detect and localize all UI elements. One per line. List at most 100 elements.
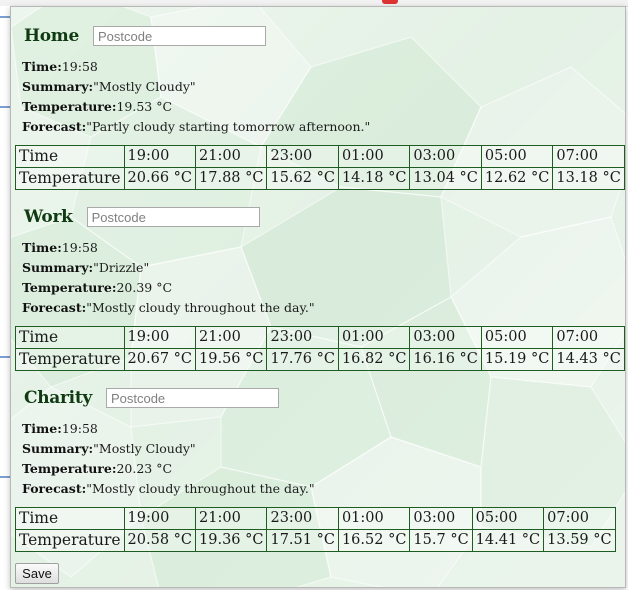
forecast-line: Forecast:"Mostly cloudy throughout the d… <box>22 479 315 499</box>
time-cell: 23:00 <box>266 145 339 168</box>
time-header: Time <box>15 145 125 168</box>
time-label: Time: <box>22 421 62 436</box>
temperature-cell: 12.62 °C <box>480 167 554 190</box>
extension-badge <box>382 0 398 4</box>
temperature-row: Temperature 20.67 °C 19.56 °C 17.76 °C 1… <box>15 348 625 371</box>
temperature-header: Temperature <box>15 529 125 552</box>
temperature-row: Temperature 20.58 °C 19.36 °C 17.51 °C 1… <box>15 529 616 552</box>
time-cell: 19:00 <box>123 145 197 168</box>
summary-label: Summary: <box>22 441 94 456</box>
forecast-label: Forecast: <box>22 119 87 134</box>
time-value: 19:58 <box>61 421 98 436</box>
temperature-line: Temperature:20.39 °C <box>22 278 315 298</box>
summary-value: "Mostly Cloudy" <box>93 441 196 456</box>
temperature-cell: 17.76 °C <box>266 348 339 371</box>
time-header: Time <box>15 326 125 349</box>
summary-value: "Drizzle" <box>93 260 150 275</box>
temperature-cell: 20.58 °C <box>123 529 197 552</box>
time-line: Time:19:58 <box>22 57 370 77</box>
time-cell: 07:00 <box>543 507 616 530</box>
temperature-cell: 16.52 °C <box>337 529 411 552</box>
time-cell: 07:00 <box>552 326 625 349</box>
summary-label: Summary: <box>22 260 94 275</box>
hourly-forecast-table: Time 19:00 21:00 23:00 01:00 03:00 05:00… <box>15 507 616 552</box>
time-cell: 03:00 <box>409 145 482 168</box>
forecast-value: "Mostly cloudy throughout the day." <box>86 300 315 315</box>
postcode-input[interactable] <box>86 207 260 227</box>
temperature-cell: 13.18 °C <box>552 167 625 190</box>
summary-line: Summary:"Mostly Cloudy" <box>22 77 370 97</box>
forecast-value: "Partly cloudy starting tomorrow afterno… <box>86 119 371 134</box>
time-cell: 01:00 <box>337 326 411 349</box>
temperature-cell: 14.41 °C <box>471 529 545 552</box>
temperature-cell: 17.51 °C <box>266 529 339 552</box>
time-row: Time 19:00 21:00 23:00 01:00 03:00 05:00… <box>15 507 616 530</box>
current-conditions: Time:19:58 Summary:"Drizzle" Temperature… <box>22 238 315 318</box>
summary-label: Summary: <box>22 79 94 94</box>
time-cell: 05:00 <box>480 145 554 168</box>
temperature-label: Temperature: <box>22 280 117 295</box>
time-row: Time 19:00 21:00 23:00 01:00 03:00 05:00… <box>15 326 625 349</box>
page-fragment <box>0 16 10 18</box>
temperature-value: 20.39 °C <box>116 280 173 295</box>
time-cell: 07:00 <box>552 145 625 168</box>
summary-line: Summary:"Drizzle" <box>22 258 315 278</box>
temperature-cell: 15.7 °C <box>409 529 473 552</box>
postcode-input[interactable] <box>105 388 279 408</box>
forecast-value: "Mostly cloudy throughout the day." <box>86 481 315 496</box>
temperature-line: Temperature:20.23 °C <box>22 459 315 479</box>
temperature-cell: 19.56 °C <box>195 348 268 371</box>
save-button[interactable]: Save <box>15 563 59 584</box>
temperature-cell: 14.18 °C <box>337 167 411 190</box>
temperature-header: Temperature <box>15 348 125 371</box>
temperature-line: Temperature:19.53 °C <box>22 97 370 117</box>
forecast-label: Forecast: <box>22 481 87 496</box>
page-fragment <box>0 356 10 358</box>
time-value: 19:58 <box>61 240 98 255</box>
temperature-label: Temperature: <box>22 461 117 476</box>
time-line: Time:19:58 <box>22 238 315 258</box>
time-cell: 23:00 <box>266 507 339 530</box>
time-cell: 01:00 <box>337 145 411 168</box>
summary-line: Summary:"Mostly Cloudy" <box>22 439 315 459</box>
time-cell: 01:00 <box>337 507 411 530</box>
time-cell: 05:00 <box>471 507 545 530</box>
temperature-cell: 15.62 °C <box>266 167 339 190</box>
time-cell: 21:00 <box>195 326 268 349</box>
forecast-line: Forecast:"Mostly cloudy throughout the d… <box>22 298 315 318</box>
hourly-forecast-table: Time 19:00 21:00 23:00 01:00 03:00 05:00… <box>15 326 625 371</box>
location-title: Home <box>24 26 80 46</box>
hourly-forecast-table: Time 19:00 21:00 23:00 01:00 03:00 05:00… <box>15 145 625 190</box>
location-title: Charity <box>24 388 92 408</box>
temperature-value: 20.23 °C <box>116 461 173 476</box>
temperature-value: 19.53 °C <box>116 99 173 114</box>
temperature-cell: 16.82 °C <box>337 348 411 371</box>
current-conditions: Time:19:58 Summary:"Mostly Cloudy" Tempe… <box>22 57 370 137</box>
temperature-cell: 19.36 °C <box>195 529 268 552</box>
time-cell: 23:00 <box>266 326 339 349</box>
time-cell: 19:00 <box>123 326 197 349</box>
temperature-cell: 13.04 °C <box>409 167 482 190</box>
page-fragment <box>0 106 10 108</box>
summary-value: "Mostly Cloudy" <box>93 79 196 94</box>
temperature-cell: 20.66 °C <box>123 167 197 190</box>
forecast-label: Forecast: <box>22 300 87 315</box>
temperature-header: Temperature <box>15 167 125 190</box>
time-cell: 03:00 <box>409 326 482 349</box>
temperature-cell: 14.43 °C <box>552 348 625 371</box>
time-cell: 19:00 <box>123 507 197 530</box>
time-line: Time:19:58 <box>22 419 315 439</box>
time-cell: 21:00 <box>195 507 268 530</box>
time-header: Time <box>15 507 125 530</box>
location-header: Charity <box>24 386 279 410</box>
time-cell: 03:00 <box>409 507 473 530</box>
location-header: Work <box>24 205 260 229</box>
postcode-input[interactable] <box>93 26 267 46</box>
extension-popup: Home Time:19:58 Summary:"Mostly Cloudy" … <box>10 6 626 588</box>
time-row: Time 19:00 21:00 23:00 01:00 03:00 05:00… <box>15 145 625 168</box>
popup-content: Home Time:19:58 Summary:"Mostly Cloudy" … <box>11 7 625 587</box>
time-value: 19:58 <box>61 59 98 74</box>
location-header: Home <box>24 24 267 48</box>
page-behind-popup <box>0 6 10 590</box>
time-label: Time: <box>22 59 62 74</box>
